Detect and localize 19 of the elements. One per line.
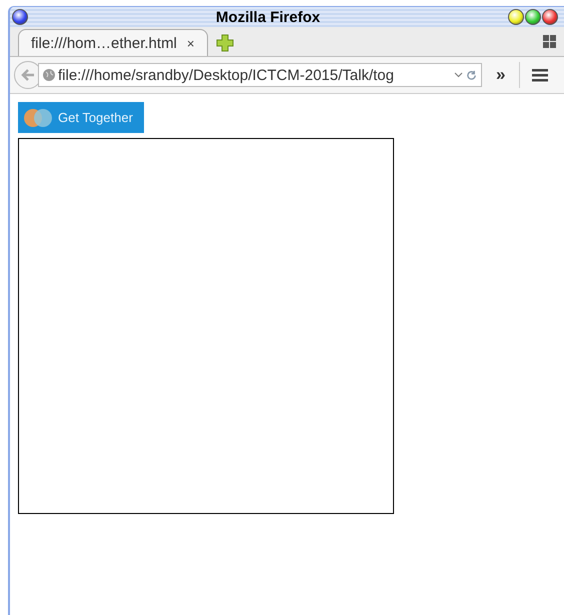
- maximize-button[interactable]: [525, 9, 541, 25]
- globe-icon: [43, 69, 55, 81]
- back-arrow-icon: [21, 68, 35, 82]
- tab-title: file:///hom…ether.html: [31, 34, 177, 52]
- minimize-button[interactable]: [508, 9, 524, 25]
- tab-groups-icon[interactable]: [543, 35, 556, 48]
- menu-icon[interactable]: [532, 68, 548, 82]
- new-tab-icon[interactable]: [216, 34, 234, 52]
- overflow-button[interactable]: »: [488, 65, 514, 85]
- window-menu-button[interactable]: [12, 9, 28, 25]
- url-text: file:///home/srandby/Desktop/ICTCM-2015/Talk/tog: [58, 66, 395, 84]
- close-button[interactable]: [542, 9, 558, 25]
- reload-icon[interactable]: [466, 70, 477, 80]
- tab-close-button[interactable]: ×: [186, 36, 194, 50]
- overlapping-circles-icon: [24, 108, 52, 126]
- dropdown-caret-icon[interactable]: [454, 72, 463, 78]
- window-title: Mozilla Firefox: [216, 8, 320, 26]
- address-bar[interactable]: file:///home/srandby/Desktop/ICTCM-2015/Talk/tog: [38, 63, 482, 87]
- browser-tab[interactable]: file:///hom…ether.html ×: [18, 29, 208, 56]
